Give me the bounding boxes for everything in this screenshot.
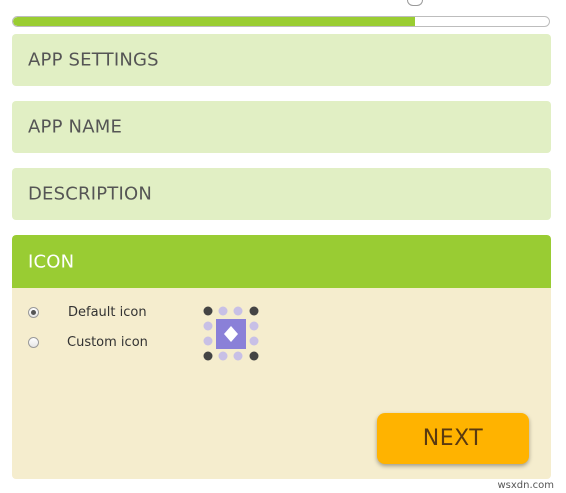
section-icon: ICON Default icon Custom icon NEXT bbox=[12, 235, 551, 479]
section-title-description: DESCRIPTION bbox=[28, 183, 153, 205]
watermark: wsxdn.com bbox=[497, 480, 554, 491]
section-app-settings[interactable]: APP SETTINGS bbox=[12, 34, 551, 86]
section-app-name[interactable]: APP NAME bbox=[12, 101, 551, 153]
section-title-app-name: APP NAME bbox=[28, 116, 123, 138]
custom-icon-label: Custom icon bbox=[67, 334, 148, 350]
speech-bubble-icon bbox=[407, 0, 423, 6]
default-icon-radio[interactable] bbox=[28, 306, 39, 318]
section-title-app-settings: APP SETTINGS bbox=[28, 49, 159, 71]
section-icon-header[interactable]: ICON bbox=[12, 235, 551, 288]
section-title-icon: ICON bbox=[28, 251, 75, 272]
next-button[interactable]: NEXT bbox=[377, 413, 529, 464]
default-app-icon bbox=[203, 306, 259, 361]
next-button-label: NEXT bbox=[422, 426, 484, 451]
custom-icon-option[interactable]: Custom icon bbox=[28, 332, 148, 352]
default-icon-option[interactable]: Default icon bbox=[28, 302, 147, 322]
progress-fill bbox=[13, 17, 415, 26]
custom-icon-radio[interactable] bbox=[28, 336, 39, 348]
progress-bar bbox=[12, 16, 550, 27]
default-icon-label: Default icon bbox=[68, 304, 147, 320]
section-description[interactable]: DESCRIPTION bbox=[12, 168, 551, 220]
app-wizard-page: APP SETTINGS APP NAME DESCRIPTION ICON D… bbox=[0, 0, 566, 493]
